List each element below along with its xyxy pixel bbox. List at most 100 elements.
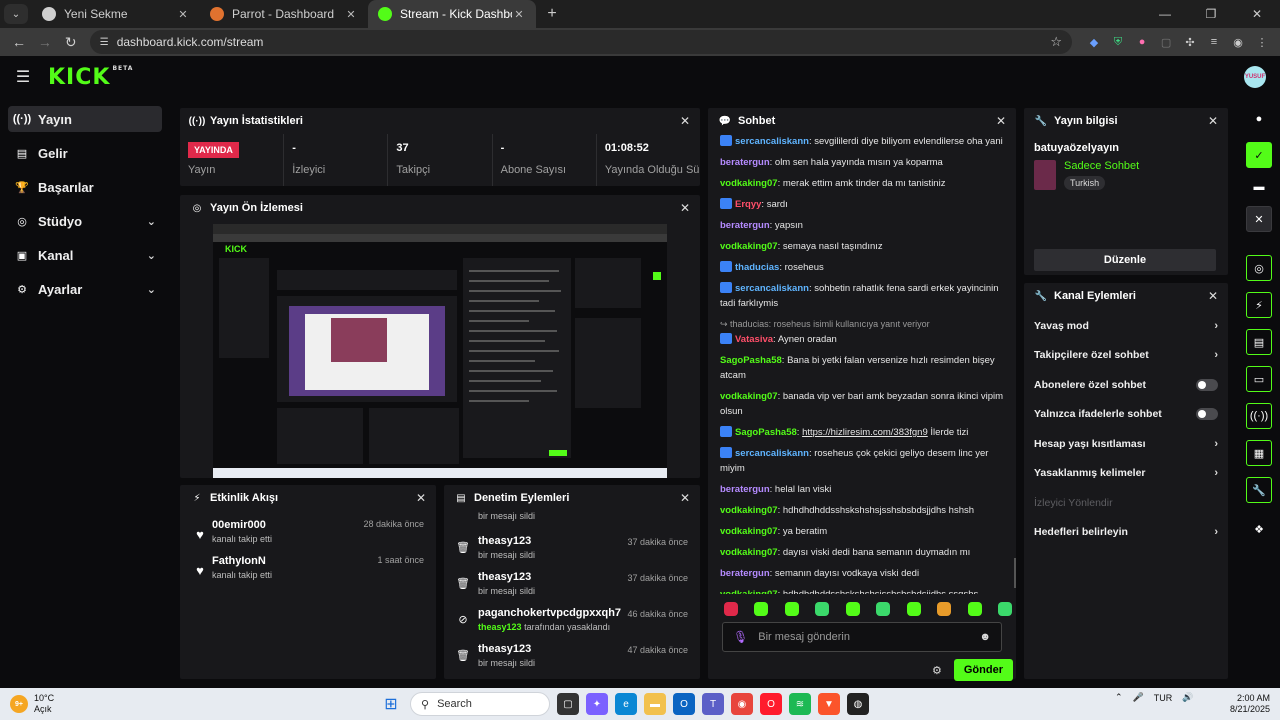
chat-message[interactable]: beratergun: semanın dayısı vodkaya viski… bbox=[720, 566, 1010, 581]
extension-grey-icon[interactable]: ▢ bbox=[1154, 30, 1178, 54]
file-explorer-icon[interactable]: ▬ bbox=[644, 693, 666, 715]
chat-username[interactable]: vodkaking07 bbox=[720, 526, 778, 537]
moderator-name[interactable]: theasy123 bbox=[478, 622, 522, 632]
hamburger-menu-icon[interactable]: ☰ bbox=[14, 68, 32, 86]
channel-action-item[interactable]: Takipçilere özel sohbet › bbox=[1024, 341, 1228, 371]
chat-username[interactable]: beratergun bbox=[720, 157, 770, 168]
follower-name[interactable]: 00emir000 bbox=[212, 519, 363, 531]
chat-username[interactable]: SagoPasha58 bbox=[735, 427, 797, 438]
sidebar-item[interactable]: 🏆 Başarılar bbox=[8, 174, 162, 200]
moderation-target[interactable]: theasy123 bbox=[478, 535, 627, 547]
emote-icon[interactable] bbox=[937, 602, 952, 616]
user-avatar[interactable]: YUSUF bbox=[1244, 66, 1266, 88]
extension-shield-icon[interactable]: ⛨ bbox=[1106, 30, 1130, 54]
rail-preview-icon[interactable]: ◎ bbox=[1246, 255, 1272, 281]
opera-icon[interactable]: O bbox=[760, 693, 782, 715]
chat-message[interactable]: thaducias: roseheus bbox=[720, 260, 1010, 275]
browser-tab[interactable]: Stream - Kick Dashboard✕ bbox=[368, 0, 536, 28]
chat-username[interactable]: vodkaking07 bbox=[720, 505, 778, 516]
tab-close-icon[interactable]: ✕ bbox=[176, 7, 190, 21]
emote-icon[interactable] bbox=[876, 602, 891, 616]
site-info-icon[interactable]: ☰ bbox=[100, 37, 109, 48]
chat-username[interactable]: vodkaking07 bbox=[720, 178, 778, 189]
taskbar-search[interactable]: ⚲ Search bbox=[410, 692, 550, 716]
rail-bolt-icon[interactable]: ⚡ bbox=[1246, 292, 1272, 318]
chat-username[interactable]: beratergun bbox=[720, 568, 770, 579]
rail-layout-icon[interactable]: ▬ bbox=[1246, 174, 1272, 200]
extension-circle-icon[interactable]: ● bbox=[1130, 30, 1154, 54]
emote-icon[interactable] bbox=[906, 602, 921, 616]
teams-icon[interactable]: T bbox=[702, 693, 724, 715]
channel-action-item[interactable]: Hedefleri belirleyin › bbox=[1024, 518, 1228, 548]
rail-shapes-icon[interactable]: ❖ bbox=[1246, 516, 1272, 542]
chat-message[interactable]: vodkaking07: dayısı viski dedi bana sema… bbox=[720, 545, 1010, 560]
sidebar-item[interactable]: ⚙ Ayarlar ⌄ bbox=[8, 276, 162, 302]
copilot-icon[interactable]: ✦ bbox=[586, 693, 608, 715]
extension-drop-icon[interactable]: ◆ bbox=[1082, 30, 1106, 54]
close-icon[interactable]: ✕ bbox=[680, 491, 690, 505]
channel-action-item[interactable]: Hesap yaşı kısıtlaması › bbox=[1024, 429, 1228, 459]
emote-icon[interactable] bbox=[845, 602, 860, 616]
address-bar[interactable]: ☰ dashboard.kick.com/stream ☆ bbox=[89, 30, 1073, 54]
emote-icon[interactable] bbox=[724, 602, 738, 616]
new-tab-button[interactable]: + bbox=[540, 2, 564, 26]
chat-link[interactable]: https://hizliresim.com/383fgn9 bbox=[802, 427, 928, 438]
sidebar-item[interactable]: ▣ Kanal ⌄ bbox=[8, 242, 162, 268]
chat-message[interactable]: vodkaking07: merak ettim amk tinder da m… bbox=[720, 176, 1010, 191]
rail-dot-icon[interactable]: ● bbox=[1246, 106, 1272, 132]
chat-message-list[interactable]: sercancaliskann: sevgililerdi diye biliy… bbox=[720, 134, 1010, 594]
reading-list-icon[interactable]: ≡ bbox=[1202, 30, 1226, 54]
sidebar-item[interactable]: ((·)) Yayın bbox=[8, 106, 162, 132]
close-icon[interactable]: ✕ bbox=[680, 114, 690, 128]
chat-input-box[interactable]: 🎙 ☻ bbox=[722, 622, 1002, 652]
rail-broadcast-icon[interactable]: ((·)) bbox=[1246, 403, 1272, 429]
chat-settings-gear-icon[interactable]: ⚙ bbox=[932, 664, 942, 677]
rail-document-icon[interactable]: ▤ bbox=[1246, 329, 1272, 355]
chat-message[interactable]: sercancaliskann: sevgililerdi diye biliy… bbox=[720, 134, 1010, 149]
close-icon[interactable]: ✕ bbox=[1208, 289, 1218, 303]
chat-username[interactable]: beratergun bbox=[720, 484, 770, 495]
emoji-icon[interactable]: ☻ bbox=[979, 631, 991, 643]
emote-icon[interactable] bbox=[997, 602, 1012, 616]
tab-close-icon[interactable]: ✕ bbox=[512, 7, 526, 21]
emote-icon[interactable] bbox=[754, 602, 769, 616]
browser-menu-icon[interactable]: ⋮ bbox=[1250, 30, 1274, 54]
sidebar-item[interactable]: ◎ Stüdyo ⌄ bbox=[8, 208, 162, 234]
mic-tray-icon[interactable]: 🎤 bbox=[1133, 692, 1144, 703]
chat-message[interactable]: ↪ thaducias: roseheus isimli kullanıcıya… bbox=[720, 317, 1010, 347]
chat-message[interactable]: Erqyy: sardı bbox=[720, 197, 1010, 212]
close-icon[interactable]: ✕ bbox=[1208, 114, 1218, 128]
chat-message[interactable]: vodkaking07: hdhdhdhddsshskshshsjsshsbsb… bbox=[720, 587, 1010, 594]
moderation-target[interactable]: theasy123 bbox=[478, 643, 627, 655]
profile-icon[interactable]: ◉ bbox=[1226, 30, 1250, 54]
chat-username[interactable]: sercancaliskann bbox=[735, 283, 809, 294]
emote-icon[interactable] bbox=[784, 602, 799, 616]
chat-message[interactable]: vodkaking07: semaya nasıl taşındınız bbox=[720, 239, 1010, 254]
chat-message-input[interactable] bbox=[758, 631, 980, 643]
language-indicator[interactable]: TUR bbox=[1154, 693, 1173, 703]
tab-close-icon[interactable]: ✕ bbox=[344, 7, 358, 21]
mic-icon[interactable]: 🎙 bbox=[733, 630, 748, 644]
chat-message[interactable]: beratergun: yapsın bbox=[720, 218, 1010, 233]
chat-username[interactable]: SagoPasha58 bbox=[720, 355, 782, 366]
chat-username[interactable]: vodkaking07 bbox=[720, 547, 778, 558]
rail-wrench-icon[interactable]: 🔧 bbox=[1246, 477, 1272, 503]
close-icon[interactable]: ✕ bbox=[996, 114, 1006, 128]
channel-action-item[interactable]: Yasaklanmış kelimeler › bbox=[1024, 459, 1228, 489]
chat-username[interactable]: vodkaking07 bbox=[720, 241, 778, 252]
chat-username[interactable]: sercancaliskann bbox=[735, 136, 809, 147]
extensions-puzzle-icon[interactable]: ✣ bbox=[1178, 30, 1202, 54]
outlook-icon[interactable]: O bbox=[673, 693, 695, 715]
chat-message[interactable]: SagoPasha58: https://hizliresim.com/383f… bbox=[720, 425, 1010, 440]
close-icon[interactable]: ✕ bbox=[680, 201, 690, 215]
taskview-icon[interactable]: ▢ bbox=[557, 693, 579, 715]
chat-scrollbar[interactable] bbox=[1014, 558, 1016, 588]
chat-username[interactable]: sercancaliskann bbox=[735, 448, 809, 459]
tray-chevron-icon[interactable]: ⌃ bbox=[1115, 692, 1123, 703]
send-button[interactable]: Gönder bbox=[953, 659, 1013, 681]
bookmark-star-icon[interactable]: ☆ bbox=[1050, 34, 1062, 50]
spotify-icon[interactable]: ≋ bbox=[789, 693, 811, 715]
chat-message[interactable]: sercancaliskann: roseheus çok çekici gel… bbox=[720, 446, 1010, 476]
rail-check-button[interactable]: ✓ bbox=[1246, 142, 1272, 168]
chat-message[interactable]: sercancaliskann: sohbetin rahatlık fena … bbox=[720, 281, 1010, 311]
